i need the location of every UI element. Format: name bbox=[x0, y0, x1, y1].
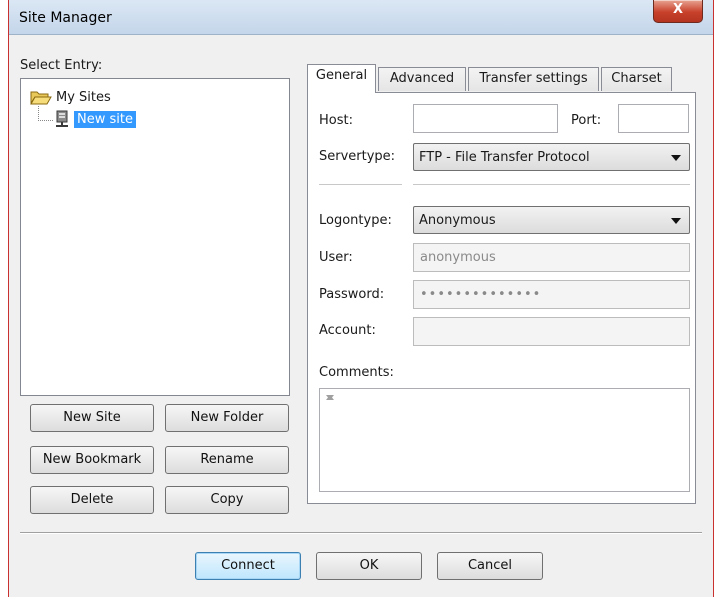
site-manager-window: Site Manager X Select Entry: My Sites Ne… bbox=[8, 0, 714, 597]
separator-right bbox=[413, 184, 690, 186]
select-entry-label: Select Entry: bbox=[20, 58, 103, 73]
logontype-label: Logontype: bbox=[319, 213, 392, 228]
site-tree[interactable]: My Sites New site bbox=[20, 78, 290, 396]
password-label: Password: bbox=[319, 287, 385, 302]
port-label: Port: bbox=[571, 113, 602, 128]
footer-separator bbox=[20, 532, 702, 534]
tree-item-my-sites[interactable]: My Sites bbox=[30, 89, 111, 105]
window-title: Site Manager bbox=[19, 10, 112, 26]
close-button[interactable]: X bbox=[653, 0, 703, 23]
delete-button[interactable]: Delete bbox=[30, 486, 154, 514]
new-site-button[interactable]: New Site bbox=[30, 404, 154, 432]
general-tab-panel: Host: Port: Servertype: FTP - File Trans… bbox=[307, 92, 696, 504]
servertype-label: Servertype: bbox=[319, 149, 396, 164]
ok-button[interactable]: OK bbox=[316, 552, 422, 580]
comments-label: Comments: bbox=[319, 365, 394, 380]
servertype-value: FTP - File Transfer Protocol bbox=[419, 150, 590, 165]
chevron-down-icon bbox=[671, 155, 681, 161]
host-input[interactable] bbox=[413, 104, 558, 133]
close-icon: X bbox=[672, 2, 684, 17]
rename-button[interactable]: Rename bbox=[165, 446, 289, 474]
tab-charset[interactable]: Charset bbox=[601, 67, 672, 91]
servertype-select[interactable]: FTP - File Transfer Protocol bbox=[413, 143, 690, 171]
tab-transfer-settings[interactable]: Transfer settings bbox=[468, 67, 599, 91]
copy-button[interactable]: Copy bbox=[165, 486, 289, 514]
tree-connector bbox=[38, 106, 53, 121]
new-folder-button[interactable]: New Folder bbox=[165, 404, 289, 432]
user-input[interactable]: anonymous bbox=[413, 243, 690, 272]
folder-open-icon bbox=[30, 91, 52, 105]
chevron-down-icon bbox=[671, 218, 681, 224]
tree-label-my-sites: My Sites bbox=[56, 89, 111, 105]
account-label: Account: bbox=[319, 323, 376, 338]
logontype-select[interactable]: Anonymous bbox=[413, 206, 690, 234]
scroll-down-icon[interactable] bbox=[326, 395, 334, 400]
separator-left bbox=[319, 184, 402, 186]
new-bookmark-button[interactable]: New Bookmark bbox=[30, 446, 154, 474]
password-value: •••••••••••••• bbox=[420, 287, 542, 302]
tree-item-new-site[interactable]: New site bbox=[53, 110, 136, 128]
password-input[interactable]: •••••••••••••• bbox=[413, 280, 690, 309]
user-label: User: bbox=[319, 250, 353, 265]
comments-textarea[interactable] bbox=[319, 388, 690, 492]
tab-advanced[interactable]: Advanced bbox=[378, 67, 466, 91]
user-value: anonymous bbox=[420, 250, 496, 265]
tree-label-new-site: New site bbox=[74, 110, 136, 128]
logontype-value: Anonymous bbox=[419, 213, 496, 228]
port-input[interactable] bbox=[618, 104, 689, 133]
title-bar[interactable]: Site Manager X bbox=[9, 0, 713, 35]
server-icon bbox=[56, 110, 68, 127]
connect-button[interactable]: Connect bbox=[195, 552, 301, 580]
account-input[interactable] bbox=[413, 317, 690, 346]
cancel-button[interactable]: Cancel bbox=[437, 552, 543, 580]
tab-general[interactable]: General bbox=[307, 64, 376, 93]
host-label: Host: bbox=[319, 113, 353, 128]
